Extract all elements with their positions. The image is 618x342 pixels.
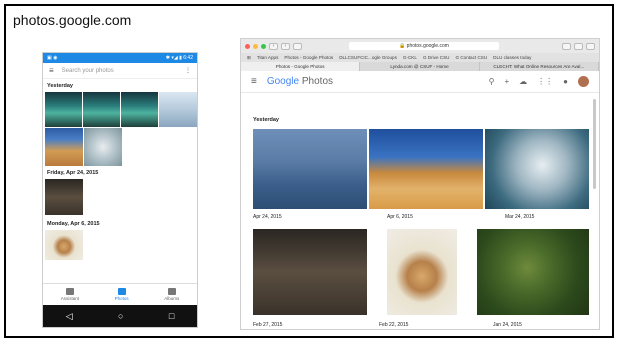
sidebar-icon[interactable] [293,42,302,50]
menu-icon[interactable]: ≡ [251,76,257,87]
photo-date: Jan 24, 2015 [493,322,522,328]
home-icon[interactable]: ○ [118,311,123,321]
apps-icon[interactable]: ⋮⋮ [537,77,553,86]
google-photos-header: ≡ Google Photos ⚲ + ☁ ⋮⋮ ● [241,71,599,93]
menu-icon[interactable]: ≡ [49,66,54,75]
tab-photos[interactable]: Photos [115,288,129,301]
photo-surfer[interactable] [485,129,589,209]
photo-date: Feb 22, 2015 [379,322,409,328]
assistant-icon [65,288,74,295]
add-icon[interactable]: + [504,77,509,86]
address-bar[interactable]: 🔒 photos.google.com [349,42,499,50]
recents-icon[interactable]: □ [169,311,174,321]
tab-albums[interactable]: Albums [164,288,179,301]
site-title: photos.google.com [13,12,132,28]
photo-thumb[interactable] [45,92,82,127]
bookmark-item[interactable]: DLU classes today [493,55,531,60]
phone-search-bar[interactable]: ≡ Search your photos ⋮ [43,63,197,79]
tab-assistant[interactable]: Assistant [61,288,79,301]
photo-cheetah[interactable] [387,229,457,315]
photo-thumb[interactable] [45,179,83,215]
section-heading: Friday, Apr 24, 2015 [47,170,99,176]
bookmarks-bar: ⊞ Titan Apps Photos - Google Photos DLLC… [241,53,599,62]
photos-icon [117,288,126,295]
tab-lynda[interactable]: Lynda.com @ CSUF - Home [360,62,480,71]
bookmark-item[interactable]: DLLCSUFCIC...ogle Groups [339,55,397,60]
tab-google-photos[interactable]: Photos - Google Photos [241,62,361,71]
back-icon[interactable]: ◁ [66,311,73,322]
section-heading: Yesterday [47,83,73,89]
close-window-icon[interactable] [245,43,250,49]
phone-screen: ▣ ◉ ✱ ▾◢ ▮ 6:42 ≡ Search your photos ⋮ Y… [42,52,198,328]
avatar[interactable] [578,76,589,87]
section-heading: Yesterday [253,117,279,123]
browser-toolbar: ‹ › 🔒 photos.google.com [241,39,599,53]
bookmark-item[interactable]: Titan Apps [257,55,279,60]
notification-icons: ▣ ◉ [47,55,58,61]
photo-thumb[interactable] [45,128,83,166]
status-right: ✱ ▾◢ ▮ 6:42 [165,55,193,61]
phone-bottom-tabs: Assistant Photos Albums [43,283,197,305]
bookmark-item[interactable]: G Contact CSU [455,55,487,60]
forward-button[interactable]: › [281,42,290,50]
share-icon[interactable] [574,42,583,50]
apps-grid-icon[interactable]: ⊞ [247,55,251,61]
photo-thumb[interactable] [159,92,197,127]
upload-icon[interactable]: ☁ [519,77,527,86]
browser-tabs: Photos - Google Photos Lynda.com @ CSUF … [241,62,599,71]
minimize-window-icon[interactable] [253,43,258,49]
section-heading: Monday, Apr 6, 2015 [47,221,100,227]
search-input[interactable]: Search your photos [62,68,114,74]
photo-date: Mar 24, 2015 [505,214,535,220]
photo-thumb[interactable] [45,230,83,260]
photo-thumb[interactable] [84,128,122,166]
phone-status-bar: ▣ ◉ ✱ ▾◢ ▮ 6:42 [43,53,197,63]
back-button[interactable]: ‹ [269,42,278,50]
albums-icon [167,288,176,295]
browser-window: ‹ › 🔒 photos.google.com ⊞ Titan Apps Pho… [240,38,600,330]
bookmark-item[interactable]: G Drive CSU [423,55,450,60]
photo-date: Apr 6, 2015 [387,214,413,220]
photo-heron[interactable] [253,129,367,209]
photo-gallery-wall[interactable] [253,229,367,315]
notifications-icon[interactable]: ● [563,77,568,86]
android-nav-bar: ◁ ○ □ [43,305,197,327]
photo-dunes[interactable] [369,129,483,209]
bookmark-item[interactable]: Photos - Google Photos [284,55,333,60]
maximize-window-icon[interactable] [261,43,266,49]
photo-thumb[interactable] [83,92,120,127]
photo-hummingbird[interactable] [477,229,589,315]
more-icon[interactable]: ⋮ [185,67,191,74]
scrollbar[interactable] [593,99,596,189]
extension-icon[interactable] [562,42,571,50]
bookmark-item[interactable]: G-CKL [403,55,417,60]
google-photos-logo[interactable]: Google Photos [267,76,333,87]
photo-date: Feb 27, 2015 [253,322,283,328]
photo-date: Apr 24, 2015 [253,214,282,220]
tabs-icon[interactable] [586,42,595,50]
search-icon[interactable]: ⚲ [489,77,495,86]
tab-clecht[interactable]: CLECHT: What Online Resources Are Aval..… [480,62,599,71]
photo-thumb[interactable] [121,92,158,127]
